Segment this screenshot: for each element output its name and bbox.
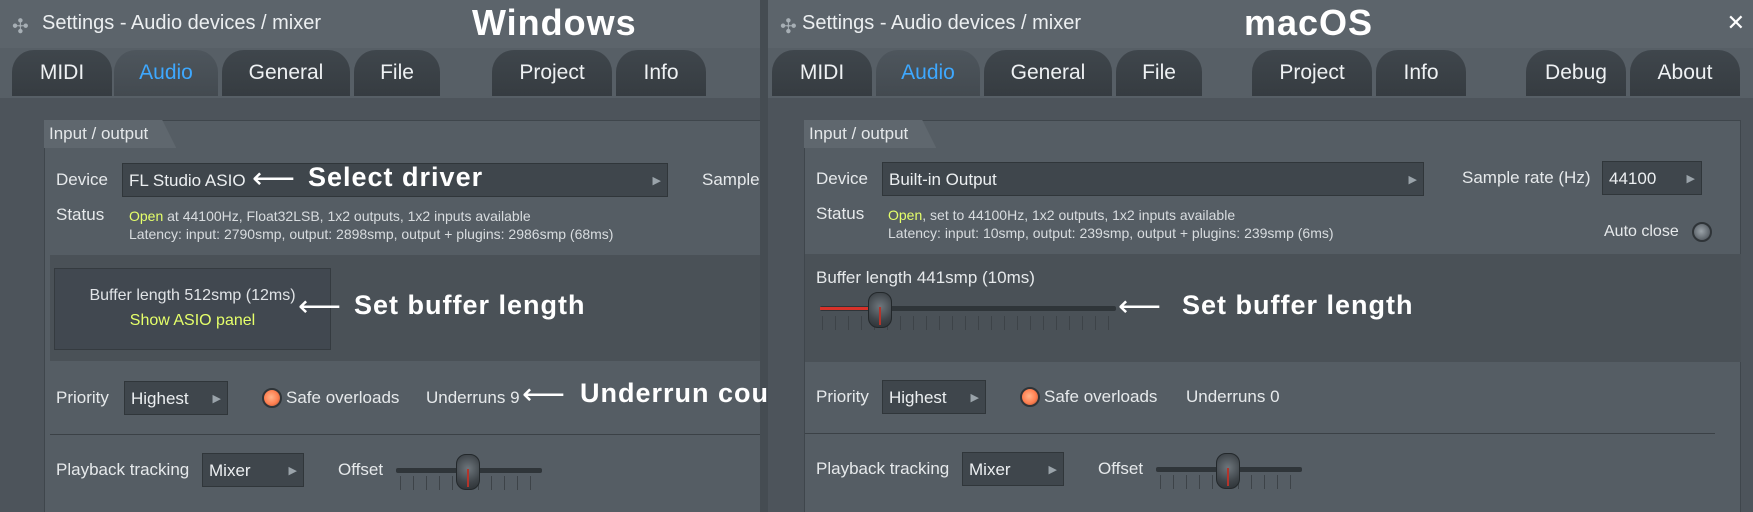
tab-midi[interactable]: MIDI <box>772 50 872 96</box>
status-text: Open at 44100Hz, Float32LSB, 1x2 outputs… <box>129 208 531 224</box>
triangle-right-icon: ▶ <box>288 465 297 477</box>
playback-tracking-value: Mixer <box>969 460 1011 479</box>
tab-about[interactable]: About <box>1630 50 1740 96</box>
device-value: FL Studio ASIO <box>129 171 246 190</box>
playback-tracking-label: Playback tracking <box>56 460 190 479</box>
status-text: Open, set to 44100Hz, 1x2 outputs, 1x2 i… <box>888 207 1235 223</box>
left-arrow-icon: ⟵ <box>1118 290 1162 323</box>
offset-label: Offset <box>1098 459 1144 478</box>
tab-file[interactable]: File <box>1116 50 1202 96</box>
buffer-length-text: Buffer length 512smp (12ms) <box>89 287 296 304</box>
annotation-underrun-count: Underrun count <box>580 378 797 408</box>
tab-audio[interactable]: Audio <box>876 50 980 96</box>
tab-file[interactable]: File <box>354 50 440 96</box>
annotation-set-buffer-length: Set buffer length <box>354 290 586 320</box>
status-open: Open <box>888 207 923 223</box>
separator <box>805 433 1715 434</box>
sample-rate-label: Sample rate (Hz) <box>1462 168 1591 187</box>
buffer-slider-ticks <box>822 316 1114 330</box>
tab-info[interactable]: Info <box>616 50 706 96</box>
group-label: Input / output <box>44 120 176 148</box>
priority-label: Priority <box>56 388 109 407</box>
offset-slider-knob[interactable] <box>1216 453 1240 489</box>
offset-slider-knob[interactable] <box>456 454 480 490</box>
status-details: , set to 44100Hz, 1x2 outputs, 1x2 input… <box>922 207 1236 223</box>
triangle-right-icon: ▶ <box>652 175 661 187</box>
title-bar: ✣ Settings - Audio devices / mixer macOS… <box>768 0 1753 48</box>
auto-close-label: Auto close <box>1604 223 1679 240</box>
offset-label: Offset <box>338 460 384 479</box>
triangle-right-icon: ▶ <box>970 392 979 404</box>
panel-divider <box>760 0 768 512</box>
playback-tracking-select[interactable]: Mixer ▶ <box>202 453 304 487</box>
safe-overloads-label: Safe overloads <box>1044 387 1158 406</box>
os-label: Windows <box>472 2 637 43</box>
priority-value: Highest <box>889 388 947 407</box>
auto-close-toggle[interactable] <box>1692 222 1712 242</box>
sample-rate-label: Sample <box>702 170 760 189</box>
left-arrow-icon: ⟵ <box>298 290 342 323</box>
triangle-right-icon: ▶ <box>1686 173 1695 185</box>
buffer-slider-knob[interactable] <box>868 292 893 328</box>
sample-rate-select[interactable]: 44100 ▶ <box>1602 161 1702 195</box>
buffer-length-text: Buffer length 441smp (10ms) <box>816 268 1035 287</box>
priority-label: Priority <box>816 387 869 406</box>
priority-select[interactable]: Highest ▶ <box>124 381 228 415</box>
tab-midi[interactable]: MIDI <box>12 50 112 96</box>
playback-tracking-label: Playback tracking <box>816 459 950 478</box>
tab-general[interactable]: General <box>984 50 1112 96</box>
safe-overloads-radio[interactable] <box>262 388 282 408</box>
status-label: Status <box>56 205 105 224</box>
underruns-count: Underruns 9 <box>426 388 520 407</box>
tab-debug[interactable]: Debug <box>1526 50 1626 96</box>
device-value: Built-in Output <box>889 170 997 189</box>
window-title: Settings - Audio devices / mixer <box>802 12 1082 34</box>
status-label: Status <box>816 204 865 223</box>
latency-text: Latency: input: 10smp, output: 239smp, o… <box>888 225 1334 241</box>
group-label: Input / output <box>804 120 936 148</box>
windows-settings-window: ✣ Settings - Audio devices / mixer Windo… <box>0 0 760 512</box>
title-bar: ✣ Settings - Audio devices / mixer Windo… <box>0 0 760 48</box>
device-label: Device <box>816 169 868 188</box>
tab-bar: MIDI Audio General File Project Info Deb… <box>768 48 1753 98</box>
window-title: Settings - Audio devices / mixer <box>42 12 322 34</box>
status-details: at 44100Hz, Float32LSB, 1x2 outputs, 1x2… <box>163 208 531 224</box>
latency-text: Latency: input: 2790smp, output: 2898smp… <box>129 226 614 242</box>
os-label: macOS <box>1244 2 1374 43</box>
safe-overloads-radio[interactable] <box>1020 387 1040 407</box>
device-select[interactable]: Built-in Output ▶ <box>882 162 1424 196</box>
tab-project[interactable]: Project <box>492 50 612 96</box>
left-arrow-icon: ⟵ <box>522 378 566 411</box>
annotation-select-driver: Select driver <box>308 162 484 192</box>
separator <box>50 434 760 435</box>
annotation-set-buffer-length: Set buffer length <box>1182 290 1414 320</box>
device-label: Device <box>56 170 108 189</box>
priority-select[interactable]: Highest ▶ <box>882 380 986 414</box>
show-asio-panel-link[interactable]: Show ASIO panel <box>55 312 330 330</box>
macos-settings-window: ✣ Settings - Audio devices / mixer macOS… <box>768 0 1753 512</box>
app-waveform-icon: ✣ <box>12 16 29 38</box>
safe-overloads-label: Safe overloads <box>286 388 400 407</box>
tab-audio[interactable]: Audio <box>114 50 218 96</box>
underruns-count: Underruns 0 <box>1186 387 1280 406</box>
app-waveform-icon: ✣ <box>780 16 797 38</box>
left-arrow-icon: ⟵ <box>252 162 296 195</box>
playback-tracking-value: Mixer <box>209 461 251 480</box>
triangle-right-icon: ▶ <box>1048 464 1057 476</box>
tab-project[interactable]: Project <box>1252 50 1372 96</box>
tab-info[interactable]: Info <box>1376 50 1466 96</box>
priority-value: Highest <box>131 389 189 408</box>
buffer-box[interactable]: Buffer length 512smp (12ms) Show ASIO pa… <box>54 268 331 350</box>
close-icon[interactable]: ✕ <box>1727 10 1745 36</box>
sample-rate-value: 44100 <box>1609 169 1657 188</box>
tab-bar: MIDI Audio General File Project Info <box>0 48 760 98</box>
status-open: Open <box>129 208 164 224</box>
triangle-right-icon: ▶ <box>1408 174 1417 186</box>
playback-tracking-select[interactable]: Mixer ▶ <box>962 452 1064 486</box>
triangle-right-icon: ▶ <box>212 393 221 405</box>
tab-general[interactable]: General <box>222 50 350 96</box>
